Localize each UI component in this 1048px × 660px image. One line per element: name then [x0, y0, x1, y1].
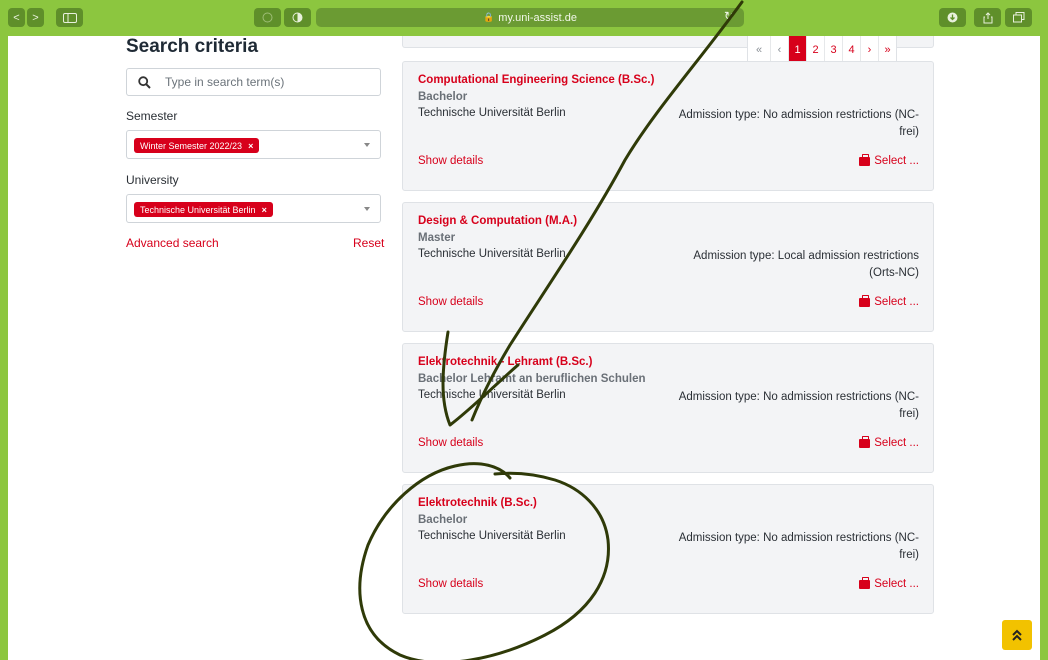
half-circle-icon [292, 12, 303, 23]
url-text: my.uni-assist.de [498, 11, 577, 24]
result-card: Design & Computation (M.A.) Master Techn… [402, 202, 934, 332]
program-title[interactable]: Computational Engineering Science (B.Sc.… [418, 74, 654, 86]
search-criteria-heading: Search criteria [126, 36, 259, 57]
reset-link[interactable]: Reset [353, 236, 384, 250]
briefcase-icon [859, 435, 871, 448]
show-details-link[interactable]: Show details [418, 437, 483, 449]
downloads-button[interactable] [939, 8, 966, 27]
university-tag[interactable]: Technische Universität Berlin × [134, 202, 273, 217]
select-button[interactable]: Select ... [859, 294, 919, 308]
program-title[interactable]: Elektrotechnik (B.Sc.) [418, 497, 537, 509]
admission-type: Admission type: Local admission restrict… [693, 250, 919, 279]
sidebar-toggle-button[interactable] [56, 8, 83, 27]
briefcase-icon [859, 576, 871, 589]
show-details-link[interactable]: Show details [418, 578, 483, 590]
semester-tag[interactable]: Winter Semester 2022/23 × [134, 138, 260, 153]
download-icon [947, 12, 958, 23]
program-degree: Bachelor [418, 514, 468, 526]
select-button[interactable]: Select ... [859, 435, 919, 449]
next-page-button[interactable]: › [860, 36, 878, 64]
search-icon[interactable] [127, 69, 161, 95]
chevron-left-icon: < [13, 11, 20, 24]
address-bar[interactable]: 🔒 my.uni-assist.de ↻ [316, 8, 744, 27]
tabs-icon [1012, 12, 1024, 23]
chevron-down-icon[interactable] [364, 143, 370, 147]
semester-tag-text: Winter Semester 2022/23 [140, 140, 243, 151]
briefcase-icon [859, 153, 871, 166]
semester-label: Semester [126, 109, 178, 123]
program-degree: Bachelor Lehramt an beruflichen Schulen [418, 373, 646, 385]
reload-icon[interactable]: ↻ [724, 9, 734, 23]
prev-page-button[interactable]: ‹ [770, 36, 788, 64]
program-title[interactable]: Design & Computation (M.A.) [418, 215, 577, 227]
page-button-3[interactable]: 3 [824, 36, 842, 64]
scroll-to-top-button[interactable] [1002, 620, 1032, 650]
browser-toolbar: < > 🔒 my.uni-assist.de ↻ [0, 0, 1048, 36]
result-card: Computational Engineering Science (B.Sc.… [402, 61, 934, 191]
double-chevron-up-icon [1012, 629, 1022, 641]
content-blocker-button[interactable] [284, 8, 311, 27]
select-button[interactable]: Select ... [859, 153, 919, 167]
lock-icon: 🔒 [483, 12, 495, 22]
result-card: Elektrotechnik (B.Sc.) Bachelor Technisc… [402, 484, 934, 614]
select-label: Select ... [874, 578, 919, 590]
chevron-down-icon[interactable] [364, 207, 370, 211]
admission-type: Admission type: No admission restriction… [678, 391, 919, 420]
admission-type: Admission type: No admission restriction… [678, 109, 919, 138]
remove-tag-icon[interactable]: × [262, 205, 267, 215]
briefcase-icon [859, 294, 871, 307]
last-page-button[interactable]: » [878, 36, 896, 64]
program-university: Technische Universität Berlin [418, 530, 566, 542]
program-degree: Bachelor [418, 91, 468, 103]
university-tag-text: Technische Universität Berlin [140, 204, 256, 215]
forward-button[interactable]: > [27, 8, 44, 27]
remove-tag-icon[interactable]: × [248, 141, 253, 151]
share-icon [983, 11, 992, 23]
show-details-link[interactable]: Show details [418, 155, 483, 167]
advanced-search-link[interactable]: Advanced search [126, 236, 219, 250]
shield-icon [262, 12, 273, 23]
university-select[interactable]: Technische Universität Berlin × [126, 194, 381, 223]
admission-type: Admission type: No admission restriction… [678, 532, 919, 561]
page-button-2[interactable]: 2 [806, 36, 824, 64]
result-card: Elektrotechnik - Lehramt (B.Sc.) Bachelo… [402, 343, 934, 473]
show-details-link[interactable]: Show details [418, 296, 483, 308]
page-button-4[interactable]: 4 [842, 36, 860, 64]
share-button[interactable] [974, 8, 1001, 27]
program-degree: Master [418, 232, 456, 244]
chevron-right-icon: > [32, 11, 39, 24]
program-title[interactable]: Elektrotechnik - Lehramt (B.Sc.) [418, 356, 592, 368]
page-button-1[interactable]: 1 [788, 36, 806, 64]
university-label: University [126, 173, 179, 187]
select-label: Select ... [874, 155, 919, 167]
select-label: Select ... [874, 296, 919, 308]
select-button[interactable]: Select ... [859, 576, 919, 590]
first-page-button[interactable]: « [748, 36, 770, 64]
page-content: Search criteria Semester Winter Semester… [8, 36, 1040, 660]
program-university: Technische Universität Berlin [418, 389, 566, 401]
program-university: Technische Universität Berlin [418, 248, 566, 260]
program-university: Technische Universität Berlin [418, 107, 566, 119]
search-input[interactable] [165, 69, 375, 95]
tabs-overview-button[interactable] [1005, 8, 1032, 27]
back-button[interactable]: < [8, 8, 25, 27]
sidebar-icon [62, 12, 77, 23]
search-box[interactable] [126, 68, 381, 96]
semester-select[interactable]: Winter Semester 2022/23 × [126, 130, 381, 159]
select-label: Select ... [874, 437, 919, 449]
privacy-report-button[interactable] [254, 8, 281, 27]
